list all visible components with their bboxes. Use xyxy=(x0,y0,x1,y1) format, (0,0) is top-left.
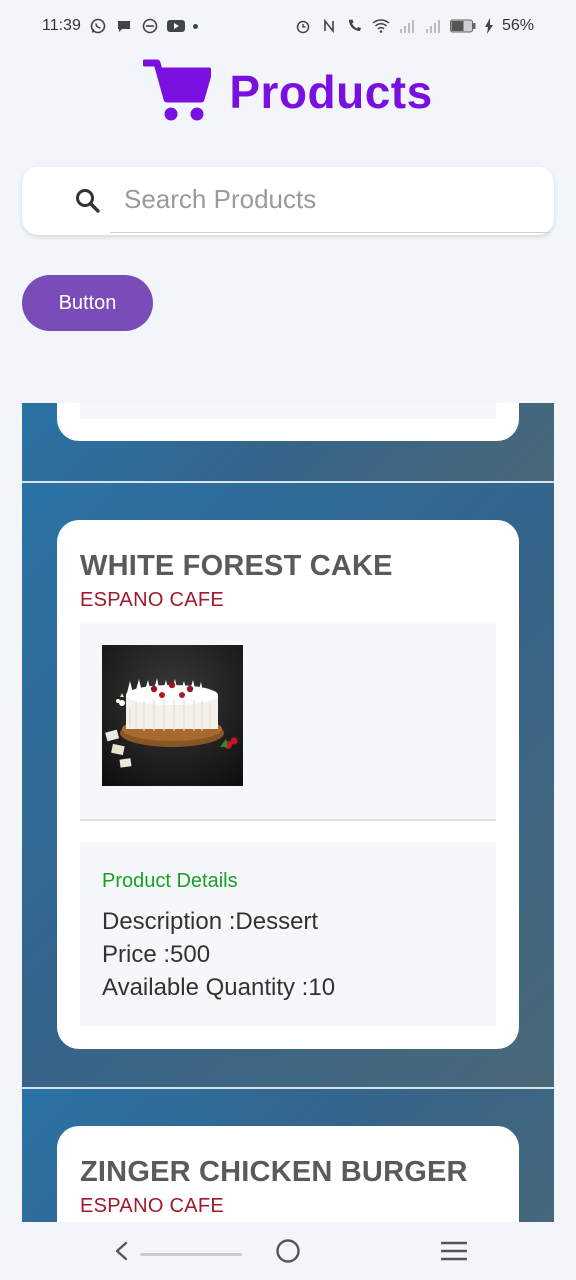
navigation-bar xyxy=(0,1222,576,1280)
shopping-cart-icon xyxy=(141,57,213,128)
status-time: 11:39 xyxy=(42,17,81,34)
details-heading: Product Details xyxy=(102,870,238,892)
product-list[interactable]: WHITE FOREST CAKE ESPANO CAFE Product De… xyxy=(22,403,554,1280)
product-vendor: ESPANO CAFE xyxy=(80,589,225,611)
status-left: 11:39 xyxy=(42,17,198,35)
battery-percent: 56% xyxy=(501,17,534,34)
list-item[interactable] xyxy=(22,403,554,481)
signal-icon xyxy=(398,17,416,35)
home-icon[interactable] xyxy=(275,1238,301,1264)
product-card[interactable]: WHITE FOREST CAKE ESPANO CAFE Product De… xyxy=(57,520,519,1049)
white-forest-cake-image[interactable] xyxy=(102,645,243,786)
charging-icon xyxy=(484,17,494,35)
action-button[interactable]: Button xyxy=(22,275,153,331)
details-panel: Product Details Description :Dessert Pri… xyxy=(80,842,496,1026)
status-bar: 11:39 56% xyxy=(0,0,576,52)
list-item[interactable]: WHITE FOREST CAKE ESPANO CAFE Product De… xyxy=(22,483,554,1087)
alarm-icon xyxy=(294,17,312,35)
messenger-icon xyxy=(141,17,159,35)
back-icon[interactable] xyxy=(110,1239,134,1263)
app-header: Products xyxy=(0,56,576,128)
signal-icon xyxy=(424,17,442,35)
youtube-icon xyxy=(166,17,185,35)
wifi-icon xyxy=(372,17,390,35)
product-price: Price :500 xyxy=(102,941,211,968)
product-quantity: Available Quantity :10 xyxy=(102,974,336,1001)
gesture-pill xyxy=(140,1253,242,1256)
nfc-icon xyxy=(320,17,338,35)
recents-icon[interactable] xyxy=(440,1240,468,1262)
details-panel xyxy=(80,403,496,419)
product-vendor: ESPANO CAFE xyxy=(80,1195,225,1217)
product-card[interactable] xyxy=(57,403,519,441)
image-panel xyxy=(80,623,496,821)
product-name: WHITE FOREST CAKE xyxy=(80,550,393,582)
search-input[interactable] xyxy=(110,167,550,233)
battery-icon xyxy=(449,17,476,35)
status-right: 56% xyxy=(294,17,534,35)
product-description: Description :Dessert xyxy=(102,908,319,935)
page-title: Products xyxy=(229,66,433,118)
search-icon[interactable] xyxy=(74,187,102,215)
dot-icon xyxy=(192,23,198,29)
search-bar[interactable] xyxy=(22,167,554,235)
product-name: ZINGER CHICKEN BURGER xyxy=(80,1156,468,1188)
chat-icon xyxy=(115,17,133,35)
wifi-call-icon xyxy=(346,17,364,35)
whatsapp-icon xyxy=(89,17,107,35)
